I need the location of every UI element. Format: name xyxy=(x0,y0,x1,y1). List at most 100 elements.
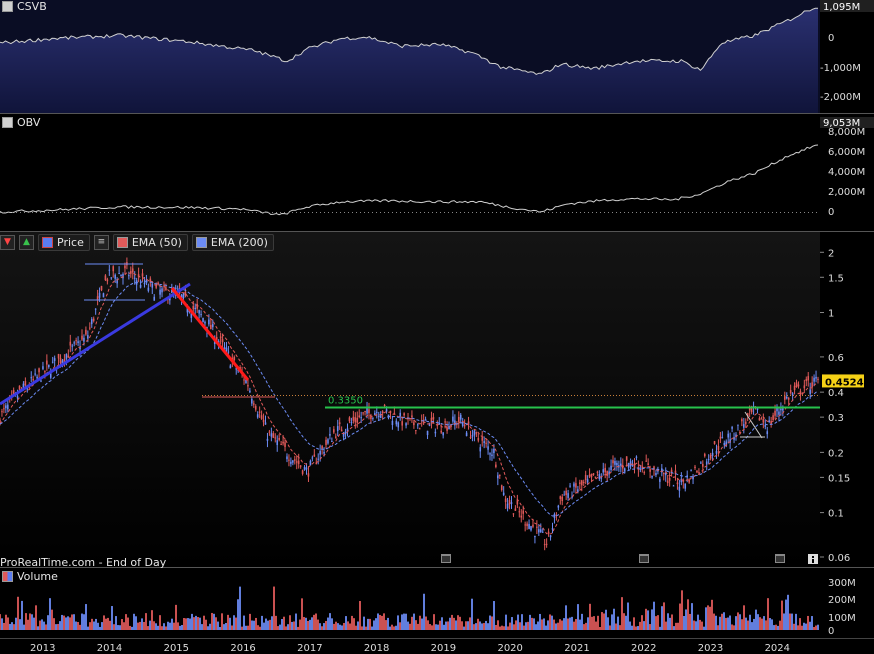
volume-tick: 0 xyxy=(828,626,834,637)
year-tick-label: 2020 xyxy=(497,643,522,654)
volume-bar xyxy=(253,620,255,630)
volume-bar xyxy=(213,613,215,630)
calendar-icon[interactable] xyxy=(441,554,451,563)
volume-bar xyxy=(495,624,497,630)
candle-body xyxy=(83,337,85,342)
candle-body xyxy=(471,435,474,437)
volume-bar xyxy=(387,617,389,630)
volume-bar xyxy=(233,615,235,630)
obv-legend[interactable]: OBV xyxy=(2,116,40,129)
volume-legend[interactable]: Volume xyxy=(2,570,58,583)
volume-tick: 300M xyxy=(828,578,856,589)
volume-bar xyxy=(353,618,355,630)
candle-body xyxy=(364,411,366,413)
candle-body xyxy=(705,461,708,465)
price-axis: 2 1.5 1 0.6 0.4 0.3 0.2 0.15 0.1 0.06 xyxy=(820,248,850,564)
candle-body xyxy=(381,411,384,414)
candle-body xyxy=(333,429,335,433)
volume-bar xyxy=(689,613,691,630)
candle-body xyxy=(815,376,817,379)
candle-body xyxy=(623,468,626,472)
candle-body xyxy=(483,441,485,443)
volume-bar xyxy=(129,625,131,630)
calendar-icon[interactable] xyxy=(775,554,785,563)
volume-bar xyxy=(341,625,343,630)
candle-body xyxy=(424,419,427,421)
candle-body xyxy=(352,416,355,421)
volume-bar xyxy=(577,604,579,630)
candle-body xyxy=(469,436,472,439)
candle-body xyxy=(784,396,786,400)
price-tick-label: 2 xyxy=(828,248,834,259)
volume-bar xyxy=(313,614,315,630)
candle-body xyxy=(208,319,210,325)
csvb-label: CSVB xyxy=(17,0,47,13)
volume-bar xyxy=(571,616,573,630)
candle-body xyxy=(268,431,271,433)
volume-bar xyxy=(35,605,37,630)
legend-ema50[interactable]: EMA (50) xyxy=(112,234,188,251)
buy-arrow-icon[interactable]: ▲ xyxy=(19,235,34,250)
candle-body xyxy=(46,360,48,365)
candle-body xyxy=(582,481,585,484)
sell-arrow-icon[interactable]: ▼ xyxy=(0,235,15,250)
candle-body xyxy=(684,483,687,489)
candle-body xyxy=(596,471,599,473)
candle-body xyxy=(286,456,288,460)
candle-body xyxy=(606,471,608,476)
volume-bar xyxy=(427,620,429,630)
candle-body xyxy=(510,502,513,504)
candle-body xyxy=(32,379,34,381)
candle-body xyxy=(817,378,819,380)
volume-bar xyxy=(23,624,25,630)
candle-body xyxy=(124,265,126,269)
volume-bar xyxy=(231,625,233,630)
legend-ema200[interactable]: EMA (200) xyxy=(191,234,274,251)
volume-bar xyxy=(545,625,547,630)
volume-bar xyxy=(97,622,99,630)
volume-bar xyxy=(77,621,79,630)
volume-bar xyxy=(27,619,29,630)
volume-bar xyxy=(281,619,283,630)
candle-body xyxy=(118,273,120,275)
price-tick-label: 0.1 xyxy=(828,509,844,520)
price-tick-label: 0.6 xyxy=(828,353,844,364)
candle-body xyxy=(559,496,562,499)
candle-body xyxy=(785,396,788,399)
csvb-legend[interactable]: CSVB xyxy=(2,0,47,13)
candle-body xyxy=(498,474,501,477)
candle-body xyxy=(221,338,224,343)
volume-bar xyxy=(153,621,155,630)
list-icon[interactable]: ≡ xyxy=(93,235,109,250)
candle-body xyxy=(204,321,206,324)
calendar-icon[interactable] xyxy=(639,554,649,563)
volume-bar xyxy=(763,616,765,630)
candle-body xyxy=(362,412,364,414)
candle-body xyxy=(366,408,368,414)
volume-bar xyxy=(781,600,783,630)
candle-body xyxy=(411,415,413,418)
candle-body xyxy=(774,410,776,416)
info-icon[interactable] xyxy=(808,554,818,564)
candle-body xyxy=(539,529,542,532)
candle-body xyxy=(584,474,587,481)
candle-body xyxy=(319,451,321,455)
candle-body xyxy=(514,508,517,511)
volume-bar xyxy=(671,614,673,630)
volume-bar xyxy=(269,619,271,630)
price-tick-label: 0.4 xyxy=(828,388,844,399)
candle-body xyxy=(290,461,292,464)
volume-bar xyxy=(399,622,401,630)
volume-bar xyxy=(587,617,589,630)
candle-body xyxy=(280,444,282,446)
legend-price[interactable]: Price xyxy=(38,234,90,251)
candle-body xyxy=(715,450,718,454)
volume-bar xyxy=(83,614,85,630)
volume-tick: 100M xyxy=(828,613,856,624)
volume-bar xyxy=(303,617,305,630)
volume-bar xyxy=(141,618,143,630)
volume-bar xyxy=(515,620,517,630)
volume-bar xyxy=(503,626,505,630)
volume-bar xyxy=(91,618,93,630)
volume-bar xyxy=(799,618,801,630)
